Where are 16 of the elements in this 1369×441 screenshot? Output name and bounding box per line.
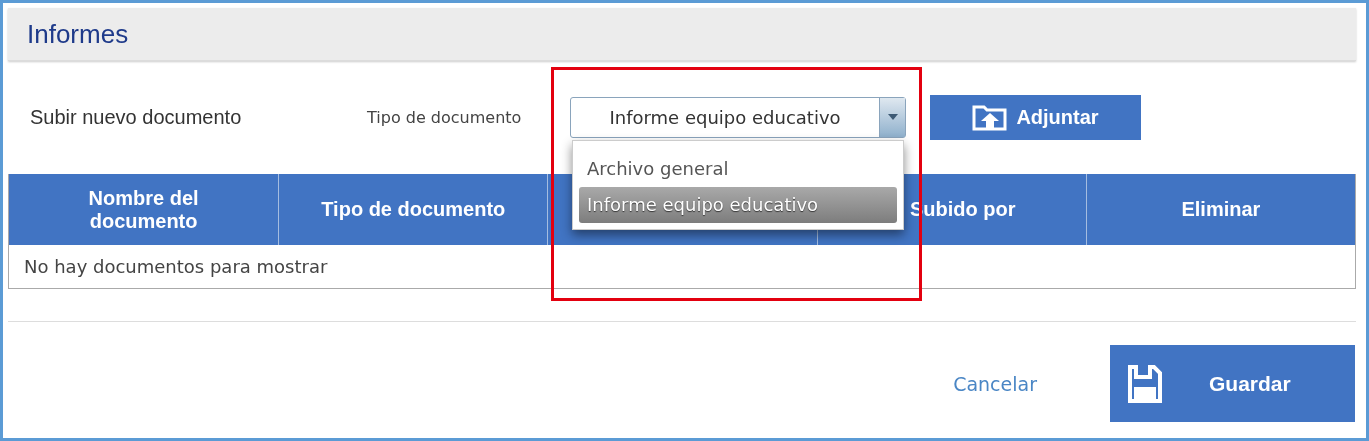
save-button[interactable]: Guardar — [1110, 345, 1355, 422]
column-header: Eliminar — [1181, 198, 1261, 221]
upload-folder-icon — [972, 103, 1009, 131]
column-header: Nombre del documento — [87, 186, 200, 233]
empty-table-message: No hay documentos para mostrar — [24, 256, 328, 277]
cancel-link[interactable]: Cancelar — [953, 372, 1037, 395]
column-header: Tipo de documento — [321, 198, 506, 221]
dropdown-option[interactable]: Informe equipo educativo — [579, 186, 897, 223]
save-icon — [1128, 364, 1162, 403]
attach-button[interactable]: Adjuntar — [930, 94, 1141, 140]
document-type-dropdown[interactable]: Informe equipo educativo — [570, 96, 906, 138]
panel-title: Informes — [27, 18, 129, 50]
caret-icon — [887, 114, 898, 120]
field-label: Tipo de documento — [367, 107, 523, 127]
dropdown-option[interactable]: Archivo general — [579, 150, 897, 187]
upload-label: Subir nuevo documento — [30, 105, 243, 129]
